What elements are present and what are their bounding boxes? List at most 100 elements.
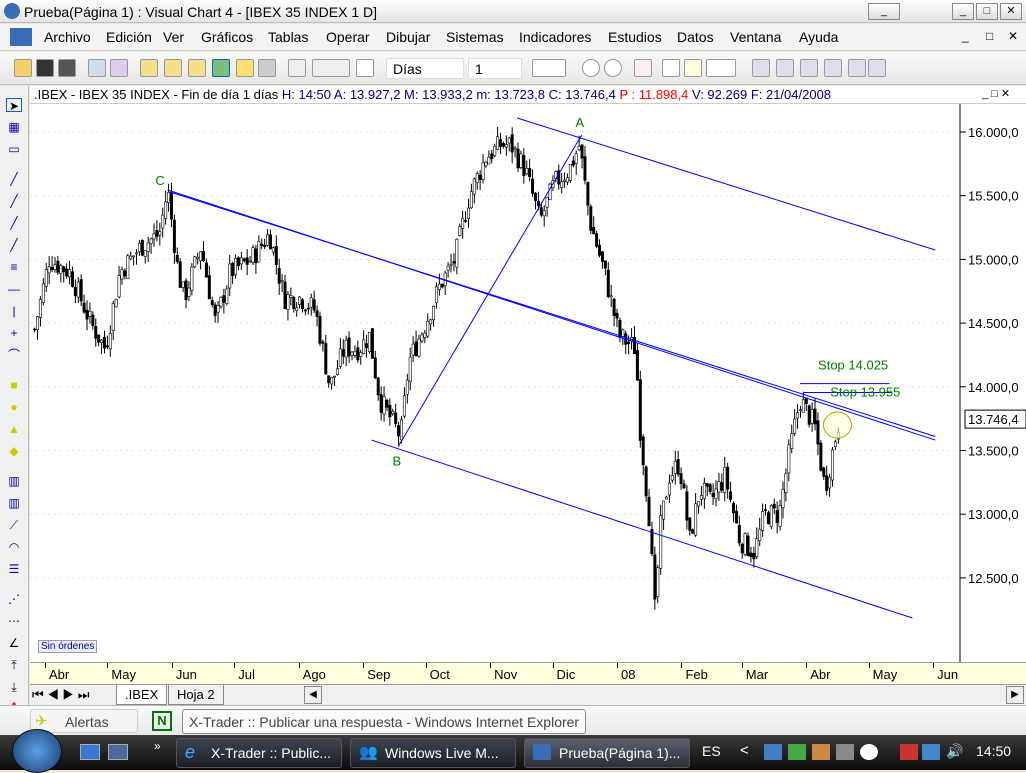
- tray-icon-panda[interactable]: [860, 744, 878, 760]
- window-layout-3-icon[interactable]: [800, 59, 818, 77]
- scroll-control[interactable]: [312, 59, 350, 77]
- save-icon[interactable]: [36, 59, 54, 77]
- taskbar-item-visualchart[interactable]: Prueba(Página 1)...: [524, 738, 690, 768]
- menu-tablas[interactable]: Tablas: [268, 29, 308, 45]
- window-layout-5-icon[interactable]: [848, 59, 866, 77]
- switch-windows-icon[interactable]: [108, 744, 128, 760]
- mdi-restore-button[interactable]: □: [986, 29, 993, 43]
- price-chart[interactable]: 16.000,0 15.500,0 15.000,0 14.500,0 14.000,0…: [30, 104, 1026, 662]
- menu-indicadores[interactable]: Indicadores: [519, 29, 591, 45]
- tab-ibex[interactable]: .IBEX: [116, 685, 168, 705]
- ray-tool-icon[interactable]: ╱: [6, 216, 22, 230]
- mdi-minimize-button[interactable]: _: [962, 29, 969, 43]
- disabled-icon[interactable]: [258, 59, 276, 77]
- hline-tool-icon[interactable]: —: [6, 282, 22, 296]
- multiplier-select[interactable]: 1: [468, 58, 522, 79]
- menu-sistemas[interactable]: Sistemas: [446, 29, 504, 45]
- cursor-cross-icon[interactable]: [662, 59, 680, 77]
- language-indicator[interactable]: ES: [702, 743, 721, 759]
- cross-tool-icon[interactable]: +: [6, 326, 22, 340]
- save-all-icon[interactable]: [58, 59, 76, 77]
- pointer-tool-icon[interactable]: ➤: [6, 98, 22, 113]
- folder-chart-icon[interactable]: [140, 59, 158, 77]
- tab-nav-buttons[interactable]: ⏮ ◀ ▶ ⏭: [32, 687, 89, 703]
- tab-hoja-2[interactable]: Hoja 2: [168, 685, 224, 705]
- line-tool-icon[interactable]: ╱: [6, 172, 22, 186]
- tray-icon-device[interactable]: [836, 744, 854, 760]
- menu-estudios[interactable]: Estudios: [608, 29, 662, 45]
- candle-icon[interactable]: [634, 59, 652, 77]
- clock[interactable]: 14:50: [976, 743, 1011, 759]
- link-icon[interactable]: [356, 59, 374, 77]
- alerts-button[interactable]: ✈ Alertas: [30, 709, 138, 733]
- square-tool-icon[interactable]: ■: [6, 378, 22, 392]
- folder-template-icon[interactable]: [164, 59, 182, 77]
- pen-icon[interactable]: [706, 59, 736, 77]
- arrow-up-tool-icon[interactable]: ⤒: [6, 658, 22, 672]
- close-button[interactable]: ✕: [1000, 3, 1022, 20]
- ellipse-tool-icon[interactable]: ●: [6, 400, 22, 414]
- angle-tool-icon[interactable]: ∠: [6, 636, 22, 650]
- menu-ayuda[interactable]: Ayuda: [799, 29, 838, 45]
- menu-edicion[interactable]: Edición: [106, 29, 152, 45]
- chart-type-icon[interactable]: [532, 59, 566, 77]
- tray-icon-monitor[interactable]: [764, 744, 782, 760]
- window-layout-4-icon[interactable]: [824, 59, 842, 77]
- curve-tool-icon[interactable]: ⌒: [6, 348, 22, 362]
- quicklaunch-chevron[interactable]: »: [154, 739, 161, 753]
- inner-minimize-button[interactable]: _: [952, 3, 974, 20]
- folder-table-icon[interactable]: [188, 59, 206, 77]
- window-layout-6-icon[interactable]: [868, 59, 886, 77]
- zoom-out-icon[interactable]: [582, 59, 600, 77]
- dots-line-tool-icon[interactable]: ⋰: [6, 592, 22, 606]
- menu-ver[interactable]: Ver: [163, 29, 184, 45]
- chart-window-controls[interactable]: _ □ ✕: [982, 87, 1010, 100]
- fan-tool-icon[interactable]: ⟋: [6, 518, 22, 532]
- properties-icon[interactable]: [288, 59, 306, 77]
- channel-tool-icon[interactable]: ╱: [6, 238, 22, 252]
- tray-expand-button[interactable]: <: [740, 742, 749, 759]
- minimize-button[interactable]: _: [868, 3, 900, 20]
- volume-icon[interactable]: 🔊: [946, 743, 963, 760]
- taskbar-item-ie[interactable]: e X-Trader :: Public...: [176, 738, 342, 768]
- taskbar-item-messenger[interactable]: 👥 Windows Live M...: [350, 738, 516, 768]
- open-icon[interactable]: [14, 59, 32, 77]
- maximize-button[interactable]: □: [976, 3, 998, 20]
- menu-datos[interactable]: Datos: [677, 29, 714, 45]
- insert-chart-icon[interactable]: [110, 59, 128, 77]
- menu-ventana[interactable]: Ventana: [730, 29, 781, 45]
- gann-tool-icon[interactable]: ▥: [6, 496, 22, 510]
- parallel-tool-icon[interactable]: ≡: [6, 260, 22, 274]
- period-select[interactable]: Días: [386, 58, 464, 79]
- list-tool-icon[interactable]: ☰: [6, 562, 22, 576]
- tray-icon-messenger[interactable]: [788, 744, 806, 760]
- vline-tool-icon[interactable]: |: [6, 304, 22, 318]
- triangle-tool-icon[interactable]: ▲: [6, 422, 22, 436]
- arrow-down-tool-icon[interactable]: ⤓: [6, 680, 22, 694]
- menu-graficos[interactable]: Gráficos: [201, 29, 253, 45]
- key-euro-icon[interactable]: [236, 59, 254, 77]
- network-icon[interactable]: [212, 59, 230, 77]
- tray-icon-tools[interactable]: [812, 744, 830, 760]
- window-layout-2-icon[interactable]: [776, 59, 794, 77]
- menu-archivo[interactable]: Archivo: [44, 29, 91, 45]
- zoom-in-icon[interactable]: [604, 59, 622, 77]
- diamond-tool-icon[interactable]: ◆: [6, 444, 22, 458]
- show-desktop-icon[interactable]: [80, 744, 100, 760]
- window-layout-1-icon[interactable]: [752, 59, 770, 77]
- menu-operar[interactable]: Operar: [326, 29, 370, 45]
- mdi-close-button[interactable]: ✕: [1008, 29, 1018, 43]
- menu-dibujar[interactable]: Dibujar: [386, 29, 430, 45]
- grid-tool-icon[interactable]: ▦: [6, 120, 22, 134]
- news-icon[interactable]: N: [152, 711, 172, 731]
- rect-tool-icon[interactable]: ▭: [6, 142, 22, 156]
- arc-tool-icon[interactable]: ◠: [6, 540, 22, 554]
- scroll-right-button[interactable]: ▶: [1006, 686, 1024, 704]
- bar-chart-icon[interactable]: [88, 59, 106, 77]
- tray-icon-network-error[interactable]: [900, 744, 918, 760]
- cursor-fill-icon[interactable]: [684, 59, 702, 77]
- tray-icon-network[interactable]: [922, 744, 940, 760]
- trendline-tool-icon[interactable]: ╱: [6, 194, 22, 208]
- scroll-left-button[interactable]: ◀: [304, 686, 322, 704]
- start-button[interactable]: [12, 729, 62, 773]
